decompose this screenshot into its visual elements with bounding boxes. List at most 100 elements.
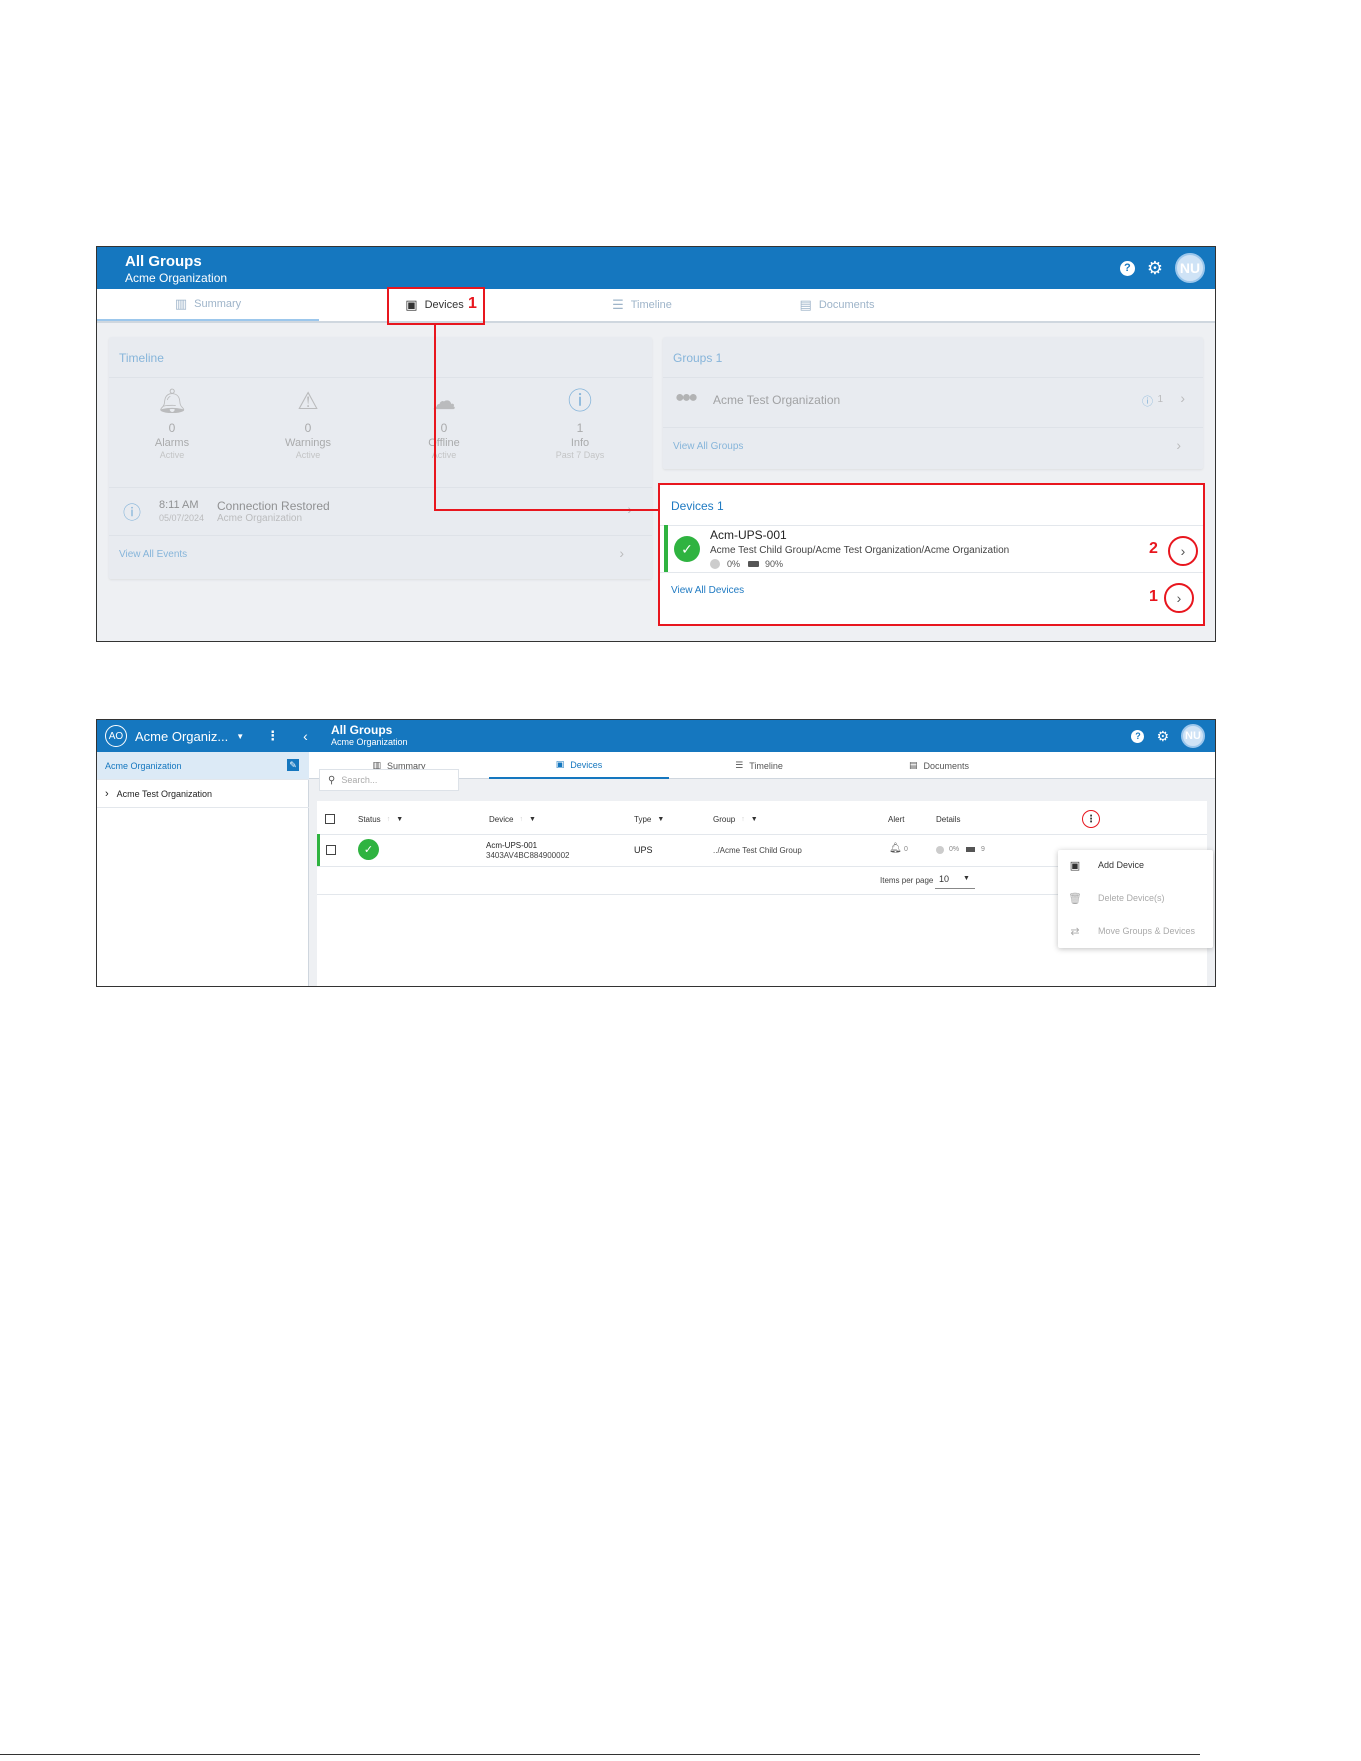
column-label: Status — [358, 815, 381, 824]
stat-alarms[interactable]: 🔔︎ 0 Alarms Active — [127, 387, 217, 460]
tab-summary[interactable]: ▥ Summary — [97, 289, 319, 321]
avatar[interactable]: NU — [1175, 253, 1205, 283]
org-switcher[interactable]: AO Acme Organiz... ▼ ⋮ ‹ — [97, 720, 309, 752]
stat-warnings[interactable]: ⚠ 0 Warnings Active — [263, 387, 353, 460]
search-placeholder: Search... — [341, 775, 378, 785]
tab-devices[interactable]: ▣ Devices — [489, 752, 669, 779]
timeline-title: Timeline — [119, 351, 164, 365]
stat-label: Info — [570, 437, 590, 449]
device-group: ../Acme Test Child Group — [713, 846, 802, 855]
callout-devices-card-box — [658, 483, 1205, 626]
stat-sub: Active — [431, 450, 457, 460]
trash-icon: 🗑︎ — [1068, 892, 1082, 905]
collapse-chevron-icon[interactable]: ‹ — [303, 728, 308, 744]
sidebar-item-acme-organization[interactable]: Acme Organization ✎ — [97, 752, 309, 780]
list-icon: ☰ — [612, 297, 624, 312]
event-date: 05/07/2024 — [159, 513, 205, 523]
group-info-count: 1 — [1157, 394, 1163, 405]
warning-icon: ⚠ — [297, 388, 319, 415]
menu-item-delete-devices[interactable]: 🗑︎ Delete Device(s) — [1058, 883, 1213, 913]
row-checkbox[interactable] — [326, 845, 336, 855]
groups-title: Groups 1 — [673, 351, 723, 365]
document-icon: ▤ — [908, 760, 918, 770]
event-title: Connection Restored — [217, 499, 330, 513]
caret-down-icon[interactable]: ▼ — [396, 816, 403, 823]
menu-item-add-device[interactable]: ▣ Add Device — [1058, 850, 1213, 880]
summary-screenshot: All Groups Acme Organization ? ⚙ NU ▥ Su… — [96, 246, 1216, 642]
org-name: Acme Organiz... — [135, 728, 229, 744]
sidebar: AO Acme Organiz... ▼ ⋮ ‹ Acme Organizati… — [97, 720, 309, 986]
tab-documents[interactable]: ▤ Documents — [747, 289, 927, 321]
sort-icon: ↑ — [519, 816, 523, 823]
help-icon[interactable]: ? — [1119, 260, 1135, 276]
column-label: Details — [936, 815, 961, 824]
caret-down-icon[interactable]: ▼ — [657, 816, 664, 823]
items-per-page-label: Items per page — [880, 876, 934, 885]
load-icon — [936, 846, 944, 854]
items-per-page-select[interactable]: 10 ▼ — [935, 869, 975, 889]
stat-offline[interactable]: ☁ 0 Offline Active — [399, 387, 489, 460]
column-status[interactable]: Status ↑ ▼ — [358, 815, 403, 824]
stat-label: Alarms — [154, 437, 190, 449]
column-device[interactable]: Device ↑ ▼ — [489, 815, 536, 824]
tab-label: Timeline — [749, 760, 783, 771]
chevron-right-icon: › — [619, 545, 624, 561]
device-detail-chevron-button[interactable]: › — [1168, 536, 1198, 566]
info-icon: ⓘ — [568, 388, 592, 415]
callout-number: 1 — [468, 295, 477, 312]
group-name: Acme Test Organization — [713, 393, 841, 407]
cloud-off-icon: ☁ — [432, 388, 456, 415]
help-icon[interactable]: ? — [1131, 729, 1145, 743]
gear-icon[interactable]: ⚙ — [1156, 729, 1169, 743]
menu-item-move-groups[interactable]: ⇄ Move Groups & Devices — [1058, 916, 1213, 946]
column-alert: Alert — [888, 815, 904, 824]
chevron-right-icon[interactable]: › — [105, 788, 109, 800]
search-input[interactable]: ⚲ Search... — [319, 769, 459, 791]
stat-sub: Active — [159, 450, 185, 460]
search-icon: ⚲ — [328, 774, 336, 786]
column-details: Details — [936, 815, 960, 824]
tab-documents[interactable]: ▤ Documents — [849, 752, 1029, 779]
tab-label: Summary — [194, 298, 242, 310]
sort-icon: ↑ — [386, 816, 391, 823]
battery-icon — [966, 847, 975, 852]
org-avatar: AO — [105, 725, 127, 747]
stat-count: 1 — [576, 421, 584, 435]
gear-icon[interactable]: ⚙ — [1147, 259, 1163, 277]
stat-sub: Active — [295, 450, 321, 460]
timeline-card: Timeline 🔔︎ 0 Alarms Active ⚠ 0 Warnings… — [109, 337, 652, 579]
stat-count: 0 — [440, 421, 448, 435]
tab-label: Devices — [570, 759, 603, 770]
more-vert-icon[interactable]: ⋮ — [1082, 810, 1100, 828]
caret-down-icon[interactable]: ▼ — [529, 816, 536, 823]
view-all-events-link[interactable]: View All Events › — [109, 535, 652, 575]
sidebar-item-acme-test-organization[interactable]: › Acme Test Organization — [97, 780, 309, 808]
tab-label: Timeline — [630, 299, 672, 311]
avatar[interactable]: NU — [1181, 724, 1205, 748]
edit-icon[interactable]: ✎ — [287, 759, 299, 771]
document-icon: ▤ — [799, 297, 812, 312]
stat-count: 0 — [304, 421, 312, 435]
sidebar-item-label: Acme Organization — [105, 760, 182, 771]
stat-count: 0 — [168, 421, 176, 435]
stat-info[interactable]: ⓘ 1 Info Past 7 Days — [535, 387, 625, 460]
column-group[interactable]: Group ↑ ▼ — [713, 815, 758, 824]
tab-timeline[interactable]: ☰ Timeline — [669, 752, 849, 779]
caret-down-icon[interactable]: ▼ — [236, 732, 244, 741]
view-all-groups-link[interactable]: View All Groups › — [663, 427, 1203, 467]
chevron-right-icon: › — [1176, 437, 1181, 453]
view-all-devices-chevron-button[interactable]: › — [1164, 583, 1194, 613]
more-vert-icon[interactable]: ⋮ — [266, 728, 279, 744]
callout-connector — [434, 325, 436, 510]
column-type[interactable]: Type ▼ — [634, 815, 664, 824]
column-label: Device — [489, 815, 514, 824]
select-all-checkbox[interactable] — [325, 814, 335, 824]
group-row[interactable]: ●●● Acme Test Organization ⓘ 1 › — [663, 377, 1203, 427]
caret-down-icon[interactable]: ▼ — [751, 816, 758, 823]
device-name[interactable]: Acm-UPS-001 — [486, 841, 537, 850]
app-header: All Groups Acme Organization ? ⚙ NU — [97, 247, 1215, 289]
status-ok-icon: ✓ — [358, 839, 379, 860]
tab-timeline[interactable]: ☰ Timeline — [567, 289, 717, 321]
timeline-event-row[interactable]: ⓘ 8:11 AM 05/07/2024 Connection Restored… — [109, 487, 652, 535]
device-load: 0% — [949, 846, 960, 853]
